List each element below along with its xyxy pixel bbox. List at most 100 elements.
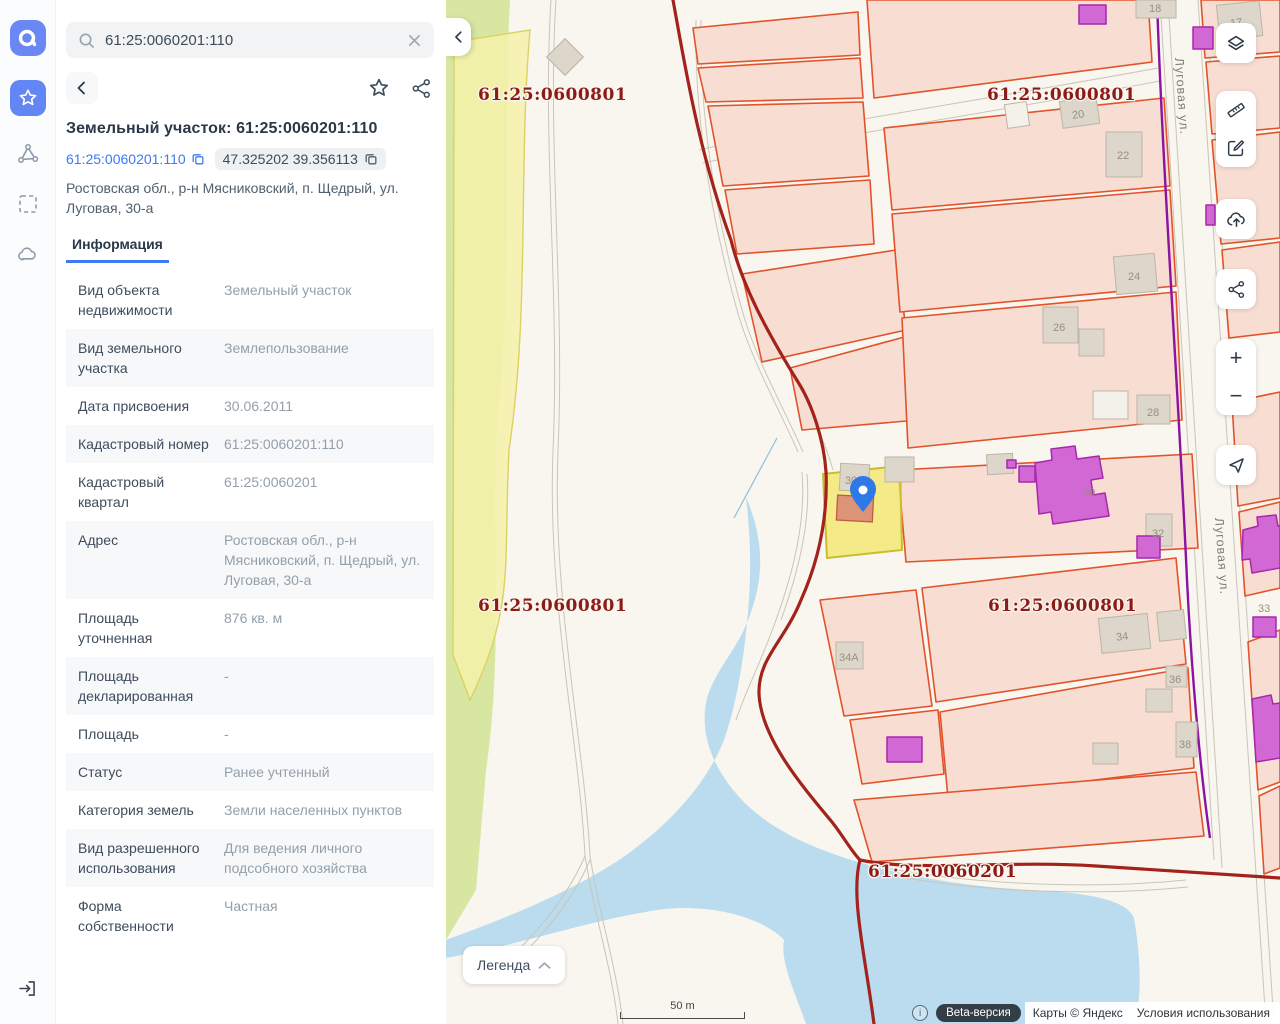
row-label: Вид земельного участка [78,338,210,378]
page-title: Земельный участок: 61:25:0060201:110 [66,120,434,138]
row-value: Ростовская обл., р-н Мясниковский, п. Ще… [224,530,422,590]
upload-button[interactable] [1216,199,1256,239]
row-value: Для ведения личного подсобного хозяйства [224,838,422,878]
dashed-square-icon [18,194,38,214]
object-toolbar [66,72,434,104]
row-value: 61:25:0060201:110 [224,434,344,454]
locate-button[interactable] [1216,445,1256,485]
row-value: Ранее учтенный [224,762,330,782]
svg-text:61:25:0600801: 61:25:0600801 [987,85,1136,105]
row-value: Земли населенных пунктов [224,800,402,820]
zoom-controls: + − [1216,339,1256,415]
row-label: Кадастровый номер [78,434,210,454]
zoom-out-button[interactable]: − [1216,377,1256,415]
svg-text:61:25:0600801: 61:25:0600801 [478,85,627,105]
svg-text:61:25:0060201: 61:25:0060201 [868,862,1017,882]
row-value: Частная [224,896,278,936]
polygon-icon [16,142,40,166]
collapse-panel-button[interactable] [446,18,471,56]
share-icon [1226,279,1247,300]
search-bar [66,22,434,58]
tabs: Информация [66,236,434,263]
table-row: Вид объекта недвижимостиЗемельный участо… [66,271,434,329]
map-container: 18 20 22 24 26 28 30А 30 32 33 34 34А 36… [446,0,1280,1024]
table-row: Площадь уточненная876 кв. м [66,599,434,657]
table-row: Площадь- [66,715,434,753]
sidebar-item-exit[interactable] [16,976,40,1000]
star-outline-icon [367,76,391,100]
chevron-left-icon [74,80,90,96]
back-button[interactable] [66,72,98,104]
table-row: АдресРостовская обл., р-н Мясниковский, … [66,521,434,599]
table-row: Вид земельного участка Землепользование [66,329,434,387]
plus-icon: + [1230,347,1243,369]
svg-text:61:25:0600801: 61:25:0600801 [478,596,627,616]
table-row: Форма собственностиЧастная [66,887,434,945]
table-row: Площадь декларированная- [66,657,434,715]
row-label: Вид разрешенного использования [78,838,210,878]
cadastral-number-link[interactable]: 61:25:0060201:110 [66,151,205,167]
navigation-arrow-icon [1226,455,1247,476]
info-icon[interactable]: i [912,1005,928,1021]
beta-badge: Beta-версия [936,1004,1021,1022]
sidebar-item-favorites[interactable] [10,80,46,116]
attribution-strip: Карты © Яндекс Условия использования [1025,1002,1280,1024]
table-row: Вид разрешенного использования Для ведени… [66,829,434,887]
ruler-icon [1225,99,1247,121]
identifier-chips: 61:25:0060201:110 47.325202 39.356113 [66,148,434,170]
svg-text:38: 38 [1179,739,1191,751]
row-label: Категория земель [78,800,210,820]
row-label: Дата присвоения [78,396,210,416]
scale-line [620,1012,745,1019]
zoom-in-button[interactable]: + [1216,339,1256,377]
edit-button[interactable] [1216,129,1256,167]
legend-label: Легенда [477,957,530,973]
layers-icon [1225,32,1247,54]
scale-bar: 50 m [620,1000,745,1019]
cadastral-number-text: 61:25:0060201:110 [66,151,186,167]
row-value: Землепользование [224,338,349,378]
clear-search-icon[interactable] [407,33,422,48]
yandex-copyright[interactable]: Карты © Яндекс [1033,1006,1123,1020]
map-canvas[interactable]: 18 20 22 24 26 28 30А 30 32 33 34 34А 36… [446,0,1280,1024]
table-row: СтатусРанее учтенный [66,753,434,791]
cloud-icon [16,243,39,266]
copy-icon[interactable] [364,152,378,166]
row-value: 61:25:0060201 [224,472,317,512]
row-label: Площадь [78,724,210,744]
favorite-button[interactable] [366,75,392,101]
row-label: Площадь уточненная [78,608,210,648]
street-label: Луговая ул. [1172,57,1191,135]
chevron-left-icon [452,30,466,44]
exit-icon [17,978,38,999]
svg-text:18: 18 [1149,3,1161,15]
row-value: - [224,666,229,706]
scale-label: 50 m [620,1000,745,1012]
map-attribution: i Beta-версия Карты © Яндекс Условия исп… [912,1002,1280,1024]
sidebar-item-cloud[interactable] [16,242,40,266]
chevron-up-icon [538,961,551,970]
left-rail [0,0,56,1024]
share-button[interactable] [408,75,434,101]
ruler-button[interactable] [1216,91,1256,129]
app-logo-icon[interactable] [10,20,46,56]
map-stream [734,438,777,518]
sidebar-item-select-area[interactable] [16,192,40,216]
search-input[interactable] [105,32,407,49]
copy-icon[interactable] [191,152,205,166]
sidebar-item-polygon[interactable] [16,142,40,166]
table-row: Дата присвоения30.06.2011 [66,387,434,425]
svg-text:30: 30 [1083,487,1095,499]
object-address: Ростовская обл., р-н Мясниковский, п. Ще… [66,178,434,218]
tab-information[interactable]: Информация [66,236,169,263]
row-value: - [224,724,229,744]
terms-link[interactable]: Условия использования [1137,1006,1270,1020]
layers-button[interactable] [1216,23,1256,63]
legend-button[interactable]: Легенда [463,946,565,984]
svg-text:34: 34 [1116,630,1129,643]
info-panel: Земельный участок: 61:25:0060201:110 61:… [56,0,446,1024]
map-share-button[interactable] [1216,269,1256,309]
coordinates-text: 47.325202 39.356113 [223,151,358,167]
coordinates-chip[interactable]: 47.325202 39.356113 [215,148,386,170]
svg-text:32: 32 [1152,528,1164,540]
